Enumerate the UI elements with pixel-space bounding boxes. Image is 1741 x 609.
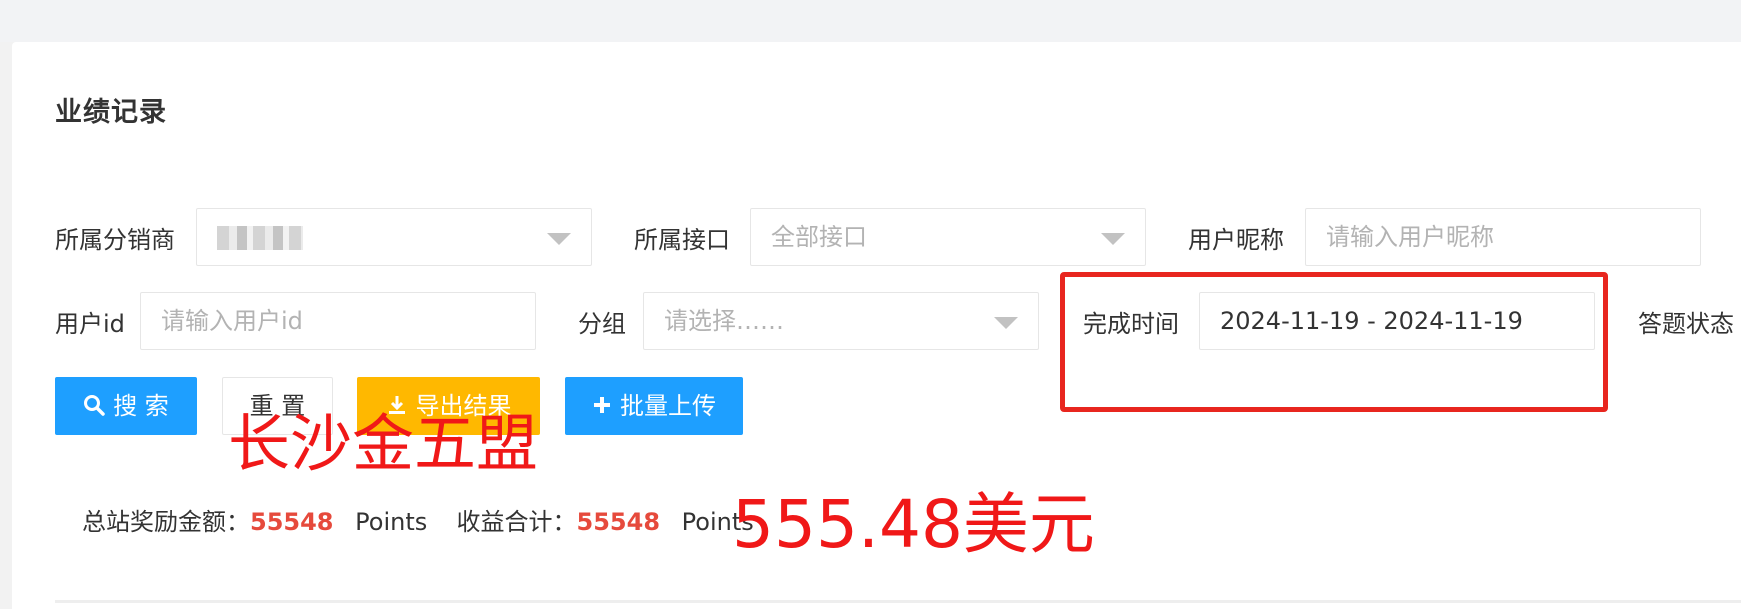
interface-label: 所属接口 <box>634 226 730 254</box>
highlight-box <box>1060 272 1608 412</box>
distributor-select[interactable] <box>196 208 592 266</box>
stats-summary: 总站奖励金额：55548 Points 收益合计：55548 Points <box>82 502 754 537</box>
nickname-label: 用户昵称 <box>1188 226 1284 254</box>
total-reward-value: 55548 <box>250 508 334 536</box>
user-id-input[interactable]: 请输入用户id <box>140 292 536 350</box>
chevron-down-icon <box>547 233 571 245</box>
income-label: 收益合计： <box>456 508 577 536</box>
search-button[interactable]: 搜 索 <box>55 377 197 435</box>
income-value: 55548 <box>576 508 661 536</box>
distributor-label: 所属分销商 <box>55 226 175 254</box>
overlay-annotation-amount: 555.48美元 <box>732 486 1095 563</box>
chevron-down-icon <box>994 317 1018 329</box>
total-reward-label: 总站奖励金额： <box>82 508 250 536</box>
group-label: 分组 <box>578 310 626 338</box>
answer-status-label: 答题状态 <box>1638 310 1734 338</box>
top-bar <box>0 0 1741 42</box>
table-top-border <box>55 600 1741 603</box>
batch-upload-button[interactable]: 批量上传 <box>565 377 743 435</box>
nickname-input[interactable]: 请输入用户昵称 <box>1305 208 1701 266</box>
interface-placeholder: 全部接口 <box>771 223 867 251</box>
page-title: 业绩记录 <box>55 97 167 128</box>
total-reward-unit: Points <box>355 508 428 536</box>
nickname-placeholder: 请输入用户昵称 <box>1326 223 1494 251</box>
group-select[interactable]: 请选择…… <box>643 292 1039 350</box>
overlay-annotation-company: 长沙金五盟 <box>228 407 539 480</box>
group-placeholder: 请选择…… <box>664 307 784 335</box>
search-icon <box>84 395 105 416</box>
user-id-placeholder: 请输入用户id <box>161 307 303 335</box>
user-id-label: 用户id <box>55 310 125 338</box>
interface-select[interactable]: 全部接口 <box>750 208 1146 266</box>
plus-icon <box>594 397 610 413</box>
batch-upload-button-label: 批量上传 <box>620 392 716 420</box>
redacted-value <box>217 226 303 250</box>
chevron-down-icon <box>1101 233 1125 245</box>
search-button-label: 搜 索 <box>113 392 169 420</box>
